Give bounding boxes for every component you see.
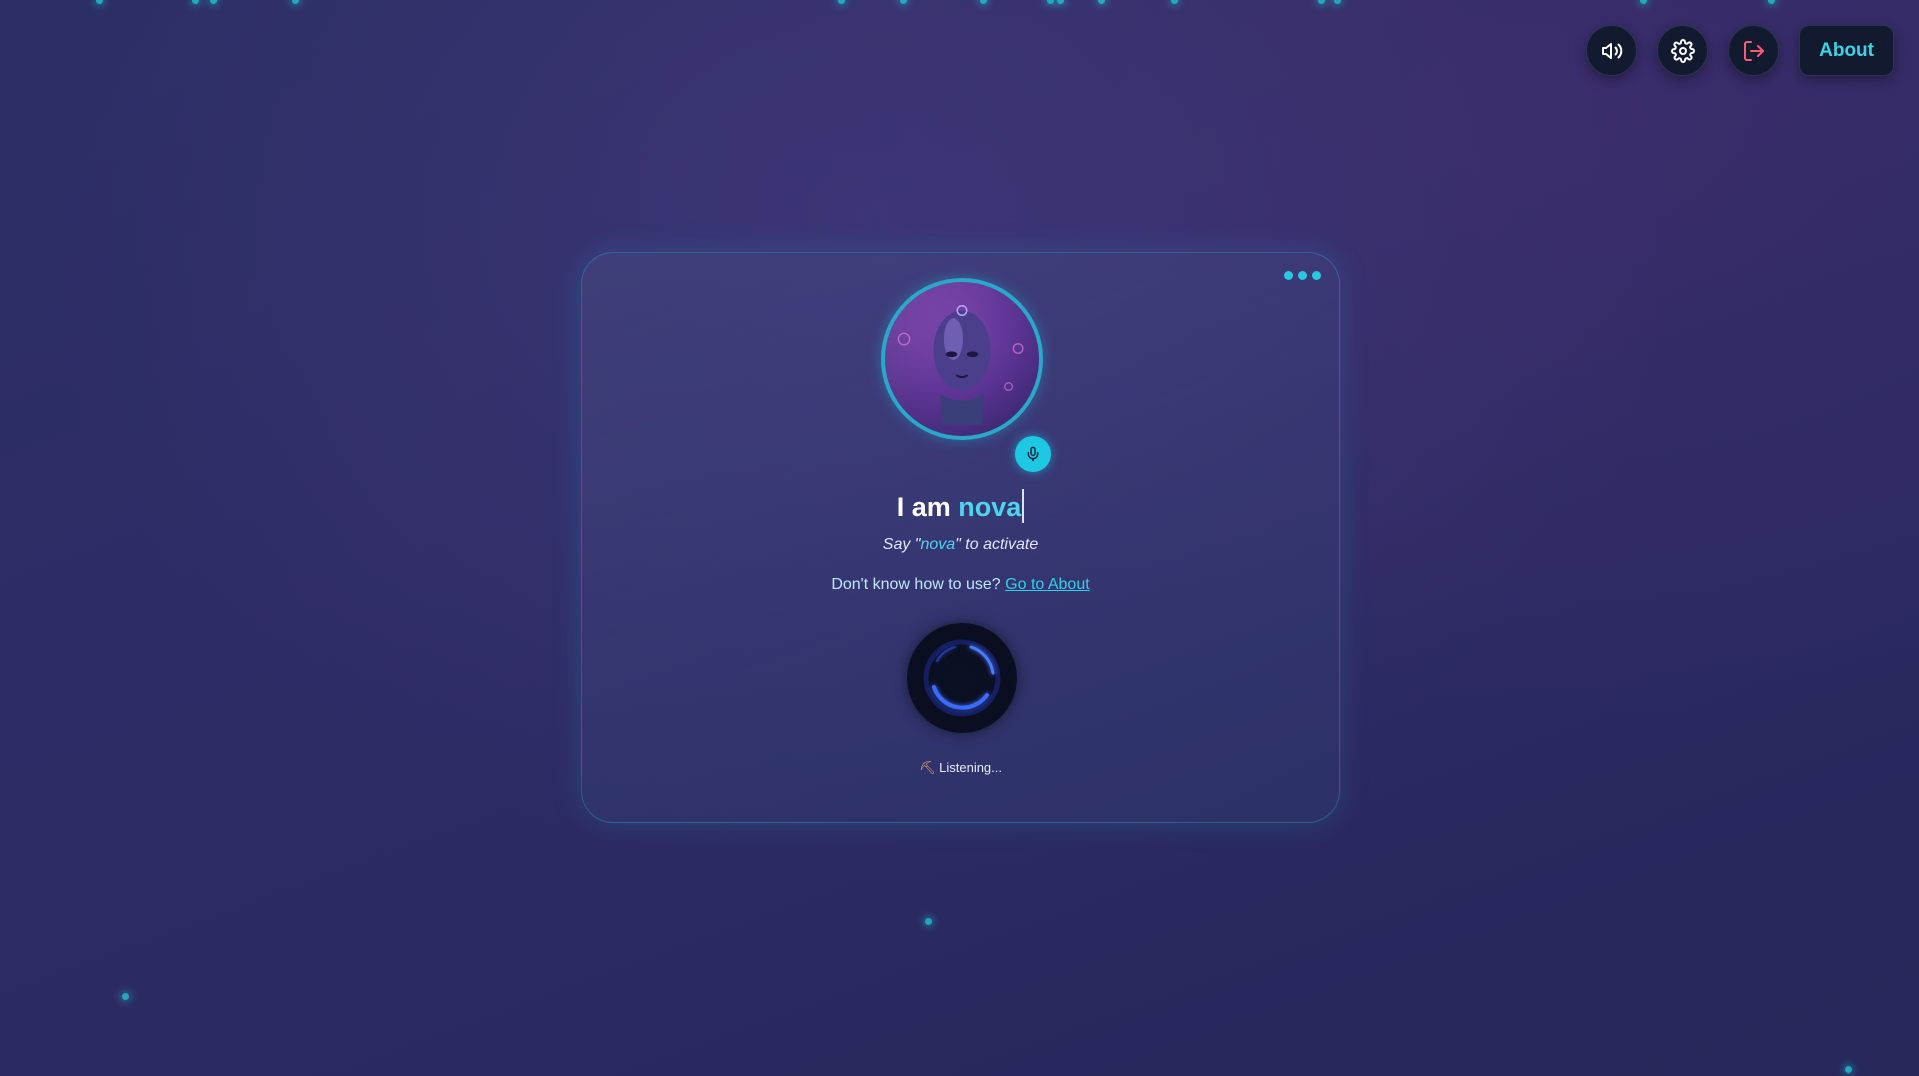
particle [1318,0,1325,4]
volume-button[interactable] [1586,25,1638,76]
particle [838,0,845,4]
logout-icon [1743,40,1764,61]
logout-button[interactable] [1728,25,1780,76]
particle [1171,0,1178,4]
about-button[interactable]: About [1799,25,1894,76]
dot [1312,271,1321,280]
microphone-button[interactable] [1015,436,1051,472]
settings-button[interactable] [1657,25,1709,76]
microphone-icon [1027,446,1039,462]
activation-hint: Say "nova" to activate [582,536,1339,554]
assistant-card: I am nova Say "nova" to activate Don't k… [581,252,1340,823]
top-toolbar: About [1586,25,1894,76]
hint-suffix: " to activate [955,536,1039,553]
particle [980,0,987,4]
particle [900,0,907,4]
robot-avatar-image [885,282,1039,436]
particle [96,0,103,4]
particle [1047,0,1054,4]
particle [1640,0,1647,4]
pick-icon: ⛏ [918,760,936,775]
hint-name: nova [920,536,956,553]
help-question: Don't know how to use? [831,576,1006,593]
particle [1845,1066,1852,1073]
particle [210,0,217,4]
page-title: I am nova [582,489,1339,523]
text-caret [1022,489,1025,523]
assistant-name: nova [958,492,1022,522]
status-text: Listening... [939,760,1002,775]
dot [1284,271,1293,280]
robot-avatar [881,278,1043,440]
particle [1768,0,1775,4]
title-prefix: I am [896,492,959,522]
more-dots-icon[interactable] [1284,271,1321,280]
hint-prefix: Say " [882,536,921,553]
particle [925,918,932,925]
volume-icon [1601,42,1622,59]
particle [1057,0,1064,4]
go-to-about-link[interactable]: Go to About [1005,576,1090,593]
particle [1334,0,1341,4]
voice-orb-graphic [923,639,1001,717]
gear-icon [1670,38,1695,63]
listening-status: ⛏ Listening... [582,760,1339,776]
help-text: Don't know how to use? Go to About [582,576,1339,594]
dot [1298,271,1307,280]
particle [1098,0,1105,4]
particle [292,0,299,4]
particle [122,993,129,1000]
particle [192,0,199,4]
voice-orb[interactable] [907,623,1017,733]
